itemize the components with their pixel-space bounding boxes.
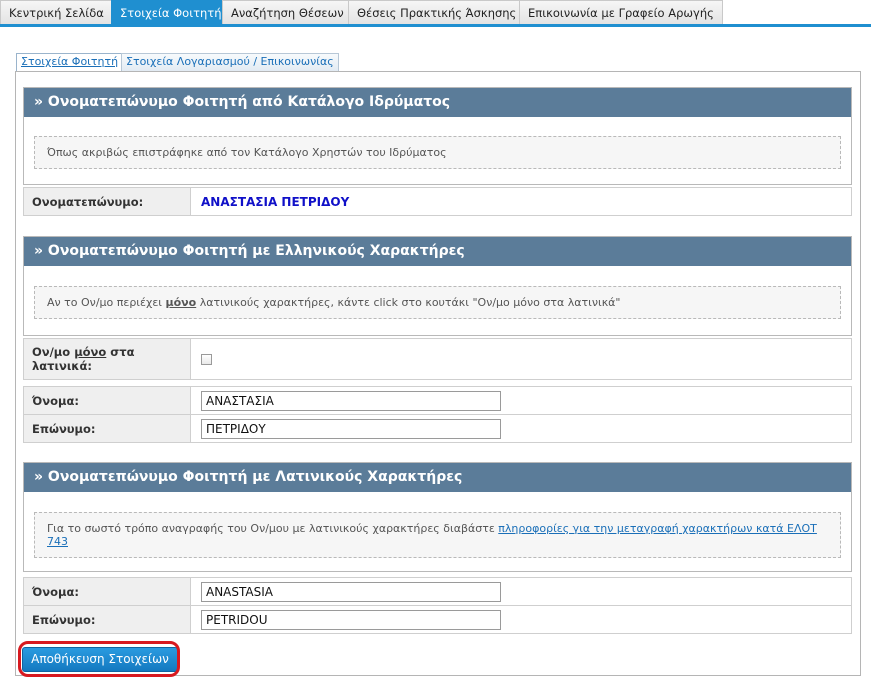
greek-first-name-input[interactable] — [201, 390, 501, 411]
tab-internship-positions[interactable]: Θέσεις Πρακτικής Άσκησης — [348, 0, 526, 24]
section-title: » Ονοματεπώνυμο Φοιτητή με Λατινικούς Χα… — [24, 463, 851, 492]
info-notice: Για το σωστό τρόπο αναγραφής του Ον/μου … — [34, 512, 841, 558]
fullname-label: Ονοματεπώνυμο: — [23, 187, 191, 216]
info-notice: Όπως ακριβώς επιστράφηκε από τον Κατάλογ… — [34, 136, 841, 169]
first-name-label: Όνομα: — [23, 577, 191, 606]
latin-last-name-input[interactable] — [201, 609, 501, 630]
latin-only-label: Ον/μο μόνο στα λατινικά: — [23, 338, 191, 380]
subtab-student-details[interactable]: Στοιχεία Φοιτητή — [16, 53, 124, 72]
tab-home[interactable]: Κεντρική Σελίδα — [0, 0, 113, 24]
section-title: » Ονοματεπώνυμο Φοιτητή από Κατάλογο Ιδρ… — [24, 88, 851, 117]
institution-name-table: Ονοματεπώνυμο: ΑΝΑΣΤΑΣΙΑ ΠΕΤΡΙΔΟΥ — [23, 187, 852, 216]
latin-name-panel: » Ονοματεπώνυμο Φοιτητή με Λατινικούς Χα… — [23, 462, 852, 572]
last-name-label: Επώνυμο: — [23, 414, 191, 443]
first-name-label: Όνομα: — [23, 386, 191, 415]
tab-student-details[interactable]: Στοιχεία Φοιτητή — [111, 0, 231, 24]
latin-name-table: Όνομα: Επώνυμο: — [23, 577, 852, 634]
tab-helpdesk-contact[interactable]: Επικοινωνία με Γραφείο Αρωγής — [519, 0, 723, 24]
top-navigation: Κεντρική Σελίδα Στοιχεία Φοιτητή Αναζήτη… — [0, 0, 871, 27]
tab-position-search[interactable]: Αναζήτηση Θέσεων — [222, 0, 353, 24]
greek-name-table: Όνομα: Επώνυμο: — [23, 386, 852, 443]
last-name-label: Επώνυμο: — [23, 605, 191, 634]
subtab-account-contact[interactable]: Στοιχεία Λογαριασμού / Επικοινωνίας — [121, 53, 339, 71]
info-notice: Αν το Ον/μο περιέχει μόνο λατινικούς χαρ… — [34, 286, 841, 319]
save-button[interactable]: Αποθήκευση Στοιχείων — [22, 647, 178, 672]
greek-last-name-input[interactable] — [201, 418, 501, 439]
section-title: » Ονοματεπώνυμο Φοιτητή με Ελληνικούς Χα… — [24, 237, 851, 266]
greek-name-panel: » Ονοματεπώνυμο Φοιτητή με Ελληνικούς Χα… — [23, 236, 852, 336]
institution-name-panel: » Ονοματεπώνυμο Φοιτητή από Κατάλογο Ιδρ… — [23, 87, 852, 185]
latin-only-checkbox[interactable] — [201, 354, 212, 365]
fullname-value: ΑΝΑΣΤΑΣΙΑ ΠΕΤΡΙΔΟΥ — [201, 194, 350, 209]
latin-only-table: Ον/μο μόνο στα λατινικά: — [23, 338, 852, 380]
latin-first-name-input[interactable] — [201, 581, 501, 602]
